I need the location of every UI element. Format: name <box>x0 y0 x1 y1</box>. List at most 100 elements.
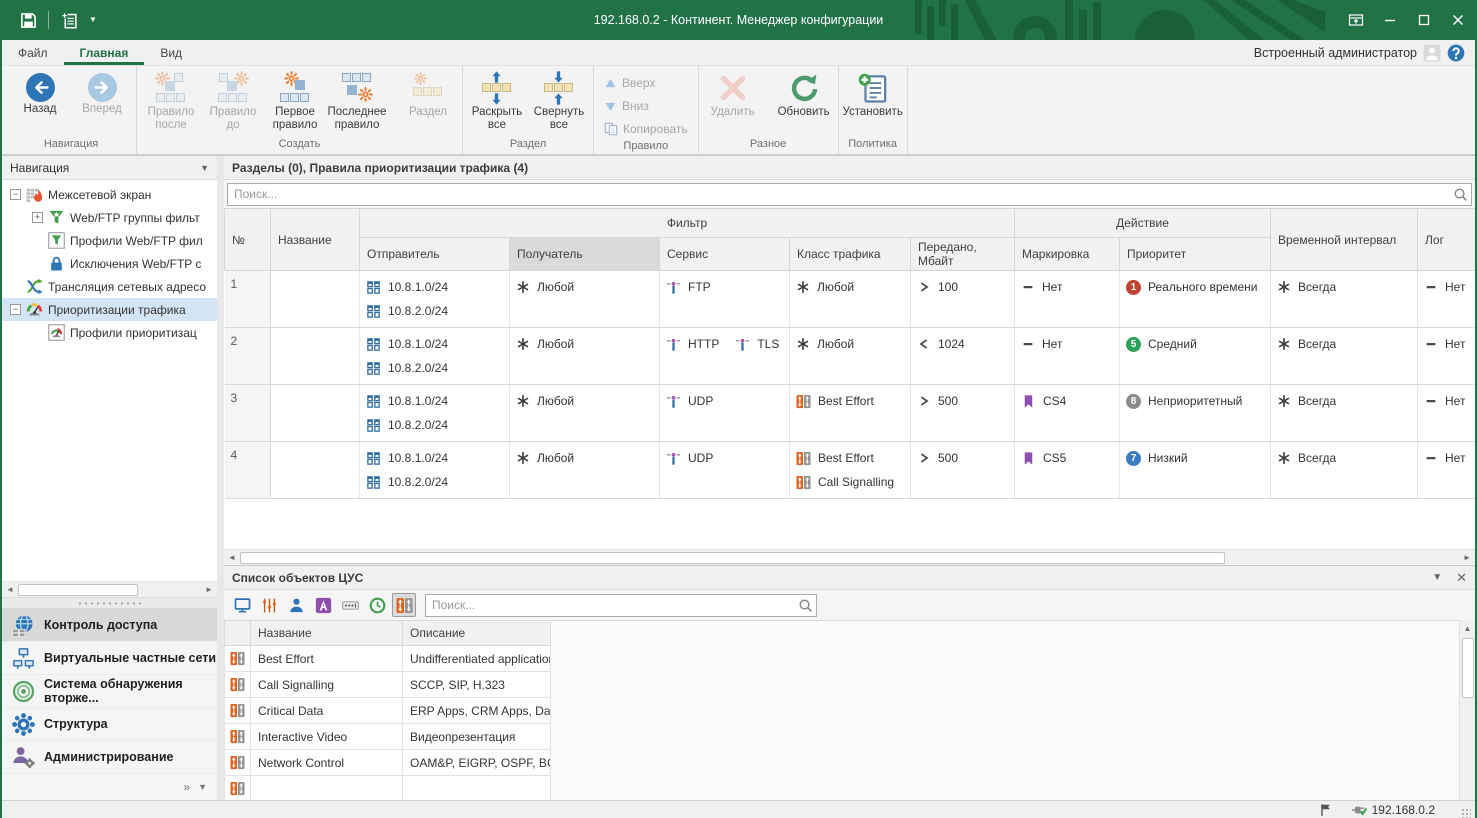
minimize-button[interactable] <box>1373 5 1407 35</box>
collapse-all-button[interactable]: Свернуть все <box>529 69 589 132</box>
delete-button[interactable]: Удалить <box>703 69 763 119</box>
install-policy-button[interactable]: Установить <box>843 69 903 119</box>
col-header-traffic-class[interactable]: Класс трафика <box>790 238 911 271</box>
traffic-class-icon <box>230 651 245 666</box>
tree-item-webftp-exceptions[interactable]: Исключения Web/FTP с <box>2 252 217 275</box>
scroll-right-icon[interactable]: ► <box>1459 550 1475 565</box>
search-icon[interactable] <box>1449 187 1471 202</box>
nav-options-icon[interactable]: ▼ <box>198 782 207 792</box>
help-button[interactable] <box>1447 44 1465 62</box>
ribbon-display-options-button[interactable] <box>1339 5 1373 35</box>
first-rule-button[interactable]: Первое правило <box>265 69 325 132</box>
nav-item-structure[interactable]: Структура <box>2 708 217 741</box>
create-section-button[interactable]: Раздел <box>398 69 458 119</box>
scrollbar-thumb[interactable] <box>1462 638 1474 698</box>
flag-icon[interactable] <box>1319 803 1333 817</box>
rule-row[interactable]: 1 10.8.1.0/24 10.8.2.0/24 Любой FTP Любо… <box>225 271 1477 328</box>
col-header-name[interactable]: Название <box>271 209 360 271</box>
nav-item-access-control[interactable]: Контроль доступа <box>2 609 217 642</box>
col-group-action[interactable]: Действие <box>1015 209 1271 238</box>
col-header-icon[interactable] <box>225 621 251 646</box>
more-buttons-icon[interactable]: » <box>183 780 190 794</box>
search-icon[interactable] <box>794 598 816 613</box>
col-header-num[interactable]: № <box>225 209 271 271</box>
object-row[interactable]: Interactive Video Видеопрезентация <box>225 724 551 750</box>
object-row[interactable]: Critical Data ERP Apps, CRM Apps, Dat... <box>225 698 551 724</box>
objects-search-input[interactable] <box>426 598 794 612</box>
user-avatar[interactable] <box>1423 44 1441 62</box>
maximize-button[interactable] <box>1407 5 1441 35</box>
users-filter-button[interactable] <box>284 593 308 617</box>
sidebar-splitter[interactable] <box>2 597 217 609</box>
vertical-splitter[interactable] <box>217 155 224 800</box>
install-quick-button[interactable] <box>57 8 81 32</box>
traffic-classes-filter-button[interactable] <box>392 593 416 617</box>
collapse-node-icon[interactable]: − <box>10 304 21 315</box>
tree-item-nat[interactable]: Трансляция сетевых адресо <box>2 275 217 298</box>
quick-access-customize-button[interactable]: ▼ <box>89 16 97 24</box>
col-header-interval[interactable]: Временной интервал <box>1271 209 1418 271</box>
col-header-object-desc[interactable]: Описание <box>403 621 551 646</box>
tab-file[interactable]: Файл <box>2 40 64 65</box>
col-header-transferred[interactable]: Передано, Мбайт <box>911 238 1015 271</box>
col-header-marking[interactable]: Маркировка <box>1015 238 1120 271</box>
panel-close-button[interactable]: ✕ <box>1456 570 1467 586</box>
scrollbar-thumb[interactable] <box>240 552 1225 564</box>
tree-item-traffic-prioritization[interactable]: − Приоритизации трафика <box>2 298 217 321</box>
back-button[interactable]: Назад <box>10 69 70 116</box>
move-up-button[interactable]: Вверх <box>598 73 661 93</box>
nav-item-administration[interactable]: Администрирование <box>2 741 217 774</box>
rule-after-button[interactable]: Правило после <box>141 69 201 132</box>
scroll-up-icon[interactable]: ▲ <box>1460 620 1476 636</box>
nav-item-ids[interactable]: Система обнаружения вторже... <box>2 675 217 708</box>
collapse-panel-icon[interactable]: ▼ <box>200 163 209 173</box>
sidebar-horizontal-scrollbar[interactable]: ◄ ► <box>2 581 217 597</box>
col-header-log[interactable]: Лог <box>1418 209 1477 271</box>
last-rule-button[interactable]: Последнее правило <box>327 69 387 132</box>
object-row-partial[interactable] <box>225 776 551 802</box>
col-header-priority[interactable]: Приоритет <box>1120 238 1271 271</box>
tree-item-webftp-profiles[interactable]: Профили Web/FTP фил <box>2 229 217 252</box>
services-filter-button[interactable] <box>257 593 281 617</box>
tree-item-webftp-groups[interactable]: + Web/FTP группы фильт <box>2 206 217 229</box>
rule-before-button[interactable]: Правило до <box>203 69 263 132</box>
rules-search-input[interactable] <box>228 187 1449 201</box>
objects-vertical-scrollbar[interactable]: ▲ <box>1459 620 1475 800</box>
tab-home[interactable]: Главная <box>64 40 145 65</box>
time-intervals-filter-button[interactable] <box>365 593 389 617</box>
tree-item-prioritization-profiles[interactable]: Профили приоритизац <box>2 321 217 344</box>
password-filter-button[interactable] <box>338 593 362 617</box>
expand-all-button[interactable]: Раскрыть все <box>467 69 527 132</box>
applications-filter-button[interactable] <box>311 593 335 617</box>
move-down-button[interactable]: Вниз <box>598 96 655 116</box>
scroll-left-icon[interactable]: ◄ <box>2 582 18 597</box>
tab-view[interactable]: Вид <box>144 40 198 65</box>
col-header-service[interactable]: Сервис <box>660 238 790 271</box>
refresh-button[interactable]: Обновить <box>774 69 834 119</box>
nav-item-vpn[interactable]: Виртуальные частные сети <box>2 642 217 675</box>
forward-button[interactable]: Вперед <box>72 69 132 116</box>
col-header-object-name[interactable]: Название <box>251 621 403 646</box>
col-header-sender[interactable]: Отправитель <box>360 238 510 271</box>
col-group-filter[interactable]: Фильтр <box>360 209 1015 238</box>
col-header-recipient[interactable]: Получатель <box>510 238 660 271</box>
expand-node-icon[interactable]: + <box>32 212 43 223</box>
rule-row[interactable]: 2 10.8.1.0/24 10.8.2.0/24 Любой HTTP TLS <box>225 328 1477 385</box>
object-row[interactable]: Best Effort Undifferentiated application… <box>225 646 551 672</box>
resize-grip[interactable] <box>1461 808 1471 818</box>
save-button[interactable] <box>16 8 40 32</box>
scrollbar-thumb[interactable] <box>18 584 138 596</box>
scroll-left-icon[interactable]: ◄ <box>224 550 240 565</box>
rules-horizontal-scrollbar[interactable]: ◄ ► <box>224 549 1475 565</box>
rule-row[interactable]: 4 10.8.1.0/24 10.8.2.0/24 Любой UDP Best… <box>225 442 1477 499</box>
object-row[interactable]: Call Signalling SCCP, SIP, H.323 <box>225 672 551 698</box>
scroll-right-icon[interactable]: ► <box>201 582 217 597</box>
panel-menu-icon[interactable]: ▼ <box>1432 572 1442 583</box>
rule-row[interactable]: 3 10.8.1.0/24 10.8.2.0/24 Любой UDP Best… <box>225 385 1477 442</box>
copy-button[interactable]: Копировать <box>598 119 694 139</box>
close-button[interactable] <box>1441 5 1475 35</box>
hosts-filter-button[interactable] <box>230 593 254 617</box>
collapse-node-icon[interactable]: − <box>10 189 21 200</box>
tree-item-firewall[interactable]: − Межсетевой экран <box>2 183 217 206</box>
object-row[interactable]: Network Control OAM&P, EIGRP, OSPF, BG..… <box>225 750 551 776</box>
